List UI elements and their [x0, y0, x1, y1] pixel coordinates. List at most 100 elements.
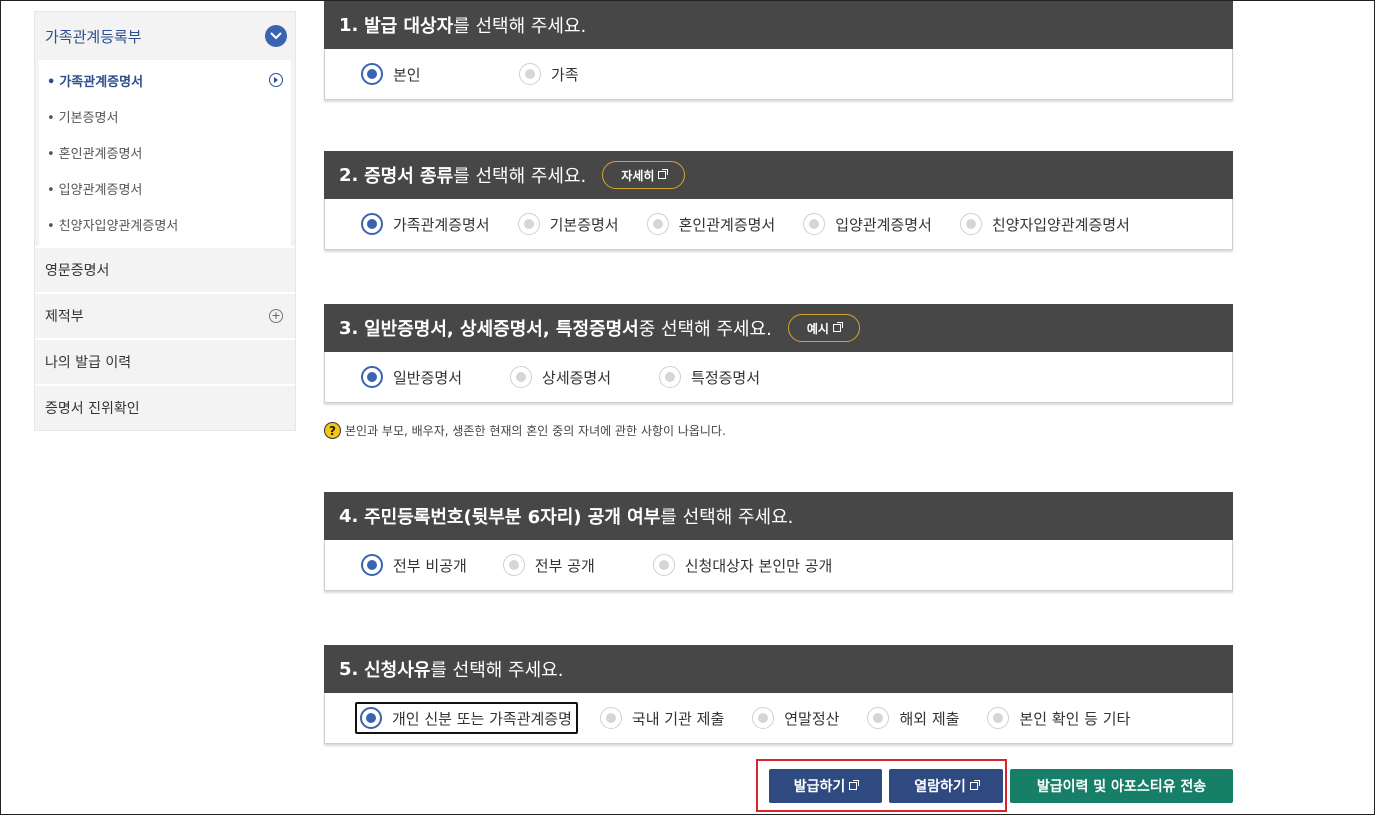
radio-label: 기본증명서 [549, 215, 619, 234]
section-number: 4. [339, 505, 359, 527]
sidebar-item-verify[interactable]: 증명서 진위확인 [35, 384, 295, 430]
radio-button[interactable] [517, 213, 540, 235]
sidebar-item-my-history[interactable]: 나의 발급 이력 [35, 338, 295, 384]
radio-option[interactable]: 입양관계증명서 [803, 213, 932, 235]
external-link-icon [658, 169, 669, 179]
section-number: 2. [339, 164, 359, 186]
radio-label: 혼인관계증명서 [678, 215, 776, 234]
view-button-label: 열람하기 [914, 779, 966, 795]
radio-button[interactable] [659, 366, 682, 388]
radio-button[interactable] [510, 366, 533, 388]
sidebar-item-basic[interactable]: • 기본증명서 [39, 98, 291, 134]
radio-label: 상세증명서 [542, 368, 612, 387]
sidebar-item-english[interactable]: 영문증명서 [35, 246, 295, 292]
sidebar: 가족관계등록부 • 가족관계증명서 • 기본증명서 • 혼인관계증명서 • 입양관계증명… [34, 11, 296, 431]
radio-option[interactable]: 본인 [361, 63, 491, 85]
radio-label: 일반증명서 [393, 368, 463, 387]
sidebar-item-full-adoption[interactable]: • 친양자입양관계증명서 [39, 206, 291, 242]
radio-button[interactable] [361, 554, 383, 576]
sidebar-item-label: 입양관계증명서 [58, 182, 143, 198]
radio-button[interactable] [752, 707, 775, 729]
radio-button[interactable] [987, 707, 1010, 729]
section-title-rest: 를 선택해 주세요. [660, 507, 794, 528]
radio-button[interactable] [803, 213, 826, 235]
radio-label: 가족관계증명서 [393, 215, 490, 234]
chevron-right-icon [269, 73, 283, 87]
radio-option[interactable]: 일반증명서 [361, 366, 462, 388]
details-label: 자세히 [621, 168, 655, 183]
sidebar-item-family-relation[interactable]: • 가족관계증명서 [39, 62, 291, 98]
radio-button[interactable] [599, 707, 622, 729]
bullet: • [47, 146, 55, 162]
send-history-button[interactable]: 발급이력 및 아포스티유 전송 [1010, 769, 1233, 803]
view-button[interactable]: 열람하기 [889, 769, 1003, 803]
section-heading: 2. 증명서 종류 를 선택해 주세요. 자세히 [324, 151, 1233, 199]
details-button[interactable]: 자세히 [602, 161, 686, 189]
radio-option[interactable]: 가족 [519, 63, 579, 85]
section-reason: 5. 신청사유 를 선택해 주세요. 개인 신분 또는 가족관계증명 국내 기관 … [324, 645, 1233, 744]
radio-button[interactable] [959, 213, 982, 235]
bullet: • [47, 182, 55, 198]
bullet: • [47, 218, 55, 234]
radio-option[interactable]: 연말정산 [752, 707, 839, 729]
radio-button[interactable] [519, 63, 541, 85]
radio-option[interactable]: 특정증명서 [659, 366, 760, 388]
section-title-rest: 를 선택해 주세요. [430, 660, 564, 681]
radio-label: 본인 확인 등 기타 [1019, 709, 1131, 728]
radio-label: 전부 공개 [534, 556, 595, 575]
radio-option[interactable]: 혼인관계증명서 [646, 213, 776, 235]
radio-button[interactable] [652, 554, 675, 576]
issue-button[interactable]: 발급하기 [769, 769, 882, 803]
radio-button[interactable] [361, 366, 383, 388]
sidebar-item-adoption[interactable]: • 입양관계증명서 [39, 170, 291, 206]
radio-button[interactable] [360, 707, 382, 729]
radio-label: 신청대상자 본인만 공개 [684, 556, 833, 575]
radio-label: 연말정산 [784, 709, 840, 728]
section-title-bold: 일반증명서, 상세증명서, 특정증명서 [364, 319, 639, 340]
radio-option[interactable]: 전부 비공개 [361, 554, 467, 576]
sidebar-header[interactable]: 가족관계등록부 [35, 12, 295, 60]
radio-option[interactable]: 신청대상자 본인만 공개 [652, 554, 833, 576]
section-heading: 5. 신청사유 를 선택해 주세요. [324, 645, 1233, 693]
radio-button[interactable] [502, 554, 525, 576]
radio-label: 전부 비공개 [393, 556, 467, 575]
section-title-rest: 를 선택해 주세요. [453, 166, 587, 187]
radio-label: 입양관계증명서 [835, 215, 932, 234]
sidebar-item-removed-register[interactable]: 제적부 + [35, 292, 295, 338]
radio-option[interactable]: 상세증명서 [510, 366, 611, 388]
radio-option[interactable]: 기본증명서 [517, 213, 619, 235]
info-note-text: 본인과 부모, 배우자, 생존한 현재의 혼인 중의 자녀에 관한 사항이 나옵… [345, 424, 726, 438]
radio-option[interactable]: 국내 기관 제출 [599, 707, 725, 729]
radio-group: 일반증명서 상세증명서 특정증명서 [324, 352, 1233, 403]
sidebar-item-label: 친양자입양관계증명서 [58, 218, 179, 234]
section-heading: 3. 일반증명서, 상세증명서, 특정증명서 중 선택해 주세요. 예시 [324, 304, 1233, 352]
radio-button[interactable] [867, 707, 890, 729]
send-history-button-label: 발급이력 및 아포스티유 전송 [1036, 779, 1207, 795]
section-number: 1. [339, 14, 359, 36]
section-heading: 1. 발급 대상자 를 선택해 주세요. [324, 1, 1233, 49]
radio-option[interactable]: 개인 신분 또는 가족관계증명 [355, 702, 578, 734]
radio-option[interactable]: 전부 공개 [502, 554, 595, 576]
radio-option[interactable]: 가족관계증명서 [361, 213, 490, 235]
section-number: 3. [339, 317, 359, 339]
radio-label: 국내 기관 제출 [631, 709, 725, 728]
example-button[interactable]: 예시 [787, 314, 860, 342]
radio-option[interactable]: 해외 제출 [867, 707, 959, 729]
info-note: ? 본인과 부모, 배우자, 생존한 현재의 혼인 중의 자녀에 관한 사항이 … [324, 422, 726, 439]
radio-button[interactable] [361, 63, 383, 85]
radio-label: 본인 [393, 65, 421, 84]
radio-group: 가족관계증명서 기본증명서 혼인관계증명서 입양관계증명서 친양자입양관계증명서 [324, 199, 1233, 250]
section-target: 1. 발급 대상자 를 선택해 주세요. 본인 가족 [324, 1, 1233, 100]
radio-label: 해외 제출 [899, 709, 960, 728]
radio-option[interactable]: 본인 확인 등 기타 [987, 707, 1130, 729]
radio-group: 개인 신분 또는 가족관계증명 국내 기관 제출 연말정산 해외 제출 본인 확… [324, 693, 1233, 744]
radio-button[interactable] [361, 213, 383, 235]
chevron-down-icon[interactable] [265, 25, 287, 47]
sidebar-item-marriage[interactable]: • 혼인관계증명서 [39, 134, 291, 170]
section-title-bold: 주민등록번호(뒷부분 6자리) 공개 여부 [364, 507, 661, 528]
radio-button[interactable] [646, 213, 669, 235]
radio-option[interactable]: 친양자입양관계증명서 [959, 213, 1130, 235]
sidebar-item-label: 영문증명서 [45, 263, 110, 279]
radio-label: 친양자입양관계증명서 [991, 215, 1130, 234]
plus-icon[interactable]: + [269, 309, 283, 323]
